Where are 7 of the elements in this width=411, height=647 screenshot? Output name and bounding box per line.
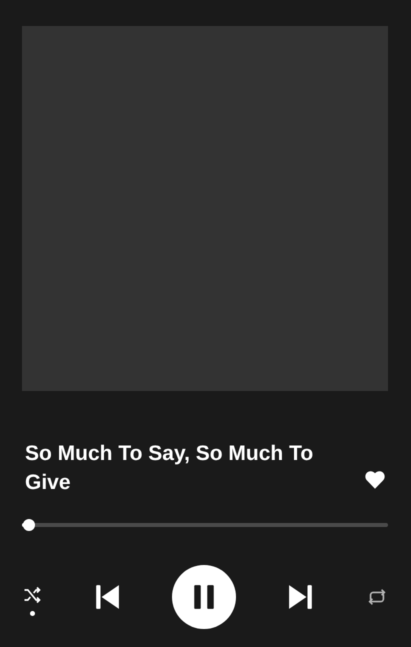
next-icon[interactable]	[288, 584, 314, 610]
shuffle-icon[interactable]	[22, 584, 42, 604]
heart-icon[interactable]	[363, 469, 387, 491]
progress-thumb[interactable]	[23, 519, 36, 531]
previous-icon[interactable]	[94, 584, 120, 610]
track-title: So Much To Say, So Much To Give	[25, 441, 314, 496]
repeat-icon[interactable]	[366, 586, 388, 608]
